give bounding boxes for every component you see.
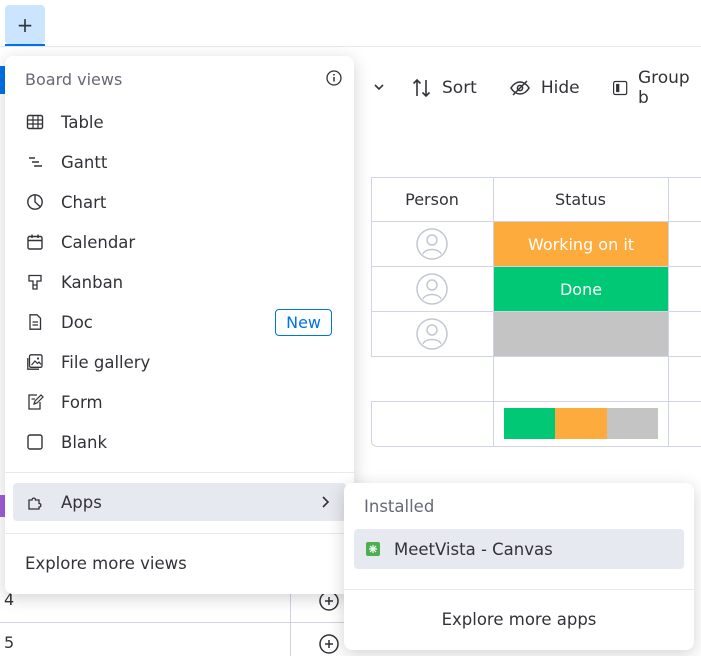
person-avatar-icon[interactable] xyxy=(416,228,448,260)
view-item-doc[interactable]: Doc New xyxy=(13,303,346,341)
board-views-menu: Board views Table Gantt Chart Calendar K… xyxy=(5,56,354,594)
status-cell[interactable] xyxy=(494,312,668,356)
status-cell[interactable]: Done xyxy=(494,267,668,311)
new-badge: New xyxy=(275,309,332,336)
chart-icon xyxy=(25,192,45,212)
file-gallery-icon xyxy=(25,352,45,372)
view-item-kanban[interactable]: Kanban xyxy=(13,263,346,301)
add-person-icon[interactable] xyxy=(318,633,340,655)
person-avatar-icon[interactable] xyxy=(416,273,448,305)
app-name: MeetVista - Canvas xyxy=(394,539,553,559)
empty-row xyxy=(371,357,701,402)
blank-icon xyxy=(25,432,45,452)
chevron-right-icon xyxy=(322,496,330,508)
board-toolbar: Sort Hide Group b xyxy=(360,68,701,108)
info-icon[interactable] xyxy=(326,70,342,86)
menu-divider xyxy=(344,589,694,590)
apps-label: Apps xyxy=(61,492,102,512)
view-item-label: Form xyxy=(61,392,103,412)
status-cell[interactable]: Working on it xyxy=(494,222,668,266)
group-by-label: Group b xyxy=(637,68,690,108)
hide-label: Hide xyxy=(540,78,580,98)
view-item-label: Chart xyxy=(61,192,107,212)
doc-icon xyxy=(25,312,45,332)
installed-heading: Installed xyxy=(364,497,435,516)
explore-more-apps-link[interactable]: Explore more apps xyxy=(344,610,694,629)
view-item-label: Kanban xyxy=(61,272,124,292)
grid-line xyxy=(668,177,669,447)
board-views-header: Board views xyxy=(25,70,123,89)
view-item-table[interactable]: Table xyxy=(13,103,346,141)
summary-segment-done xyxy=(504,408,556,439)
row-number: 5 xyxy=(4,633,15,652)
view-item-label: Gantt xyxy=(61,152,108,172)
view-item-label: Blank xyxy=(61,432,108,452)
app-item-meetvista[interactable]: MeetVista - Canvas xyxy=(354,529,684,569)
apps-puzzle-icon xyxy=(25,492,45,512)
table-icon xyxy=(25,112,45,132)
menu-divider xyxy=(5,472,354,473)
view-item-label: Calendar xyxy=(61,232,136,252)
header-row xyxy=(371,177,701,222)
summary-segment-working xyxy=(555,408,607,439)
meetvista-logo-icon xyxy=(366,542,380,556)
group-by-icon xyxy=(612,80,627,96)
view-item-label: Doc xyxy=(61,312,93,332)
view-item-blank[interactable]: Blank xyxy=(13,423,346,461)
summary-segment-empty xyxy=(606,408,658,439)
view-item-calendar[interactable]: Calendar xyxy=(13,223,346,261)
kanban-icon xyxy=(25,272,45,292)
eye-off-icon xyxy=(509,80,530,96)
sort-icon xyxy=(412,78,431,98)
view-item-label: Table xyxy=(61,112,104,132)
add-view-label: + xyxy=(16,12,34,37)
hide-button[interactable]: Hide xyxy=(509,78,580,98)
tabs-divider xyxy=(0,46,701,47)
gantt-icon xyxy=(25,152,45,172)
view-item-apps[interactable]: Apps xyxy=(13,483,346,521)
sort-label: Sort xyxy=(442,78,477,98)
add-view-button[interactable]: + xyxy=(5,5,45,44)
grid-line xyxy=(0,622,345,623)
view-item-file-gallery[interactable]: File gallery xyxy=(13,343,346,381)
view-item-form[interactable]: Form xyxy=(13,383,346,421)
grid-line xyxy=(371,177,372,357)
sort-button[interactable]: Sort xyxy=(412,77,477,99)
explore-more-views-link[interactable]: Explore more views xyxy=(25,554,187,573)
view-item-gantt[interactable]: Gantt xyxy=(13,143,346,181)
person-avatar-icon[interactable] xyxy=(416,318,448,350)
calendar-icon xyxy=(25,232,45,252)
view-item-label: File gallery xyxy=(61,352,151,372)
form-icon xyxy=(25,392,45,412)
apps-submenu: Installed MeetVista - Canvas Explore mor… xyxy=(344,483,694,650)
view-item-chart[interactable]: Chart xyxy=(13,183,346,221)
group-by-button[interactable]: Group b xyxy=(612,68,694,108)
menu-divider xyxy=(5,533,354,534)
status-summary-bar[interactable] xyxy=(504,408,658,439)
